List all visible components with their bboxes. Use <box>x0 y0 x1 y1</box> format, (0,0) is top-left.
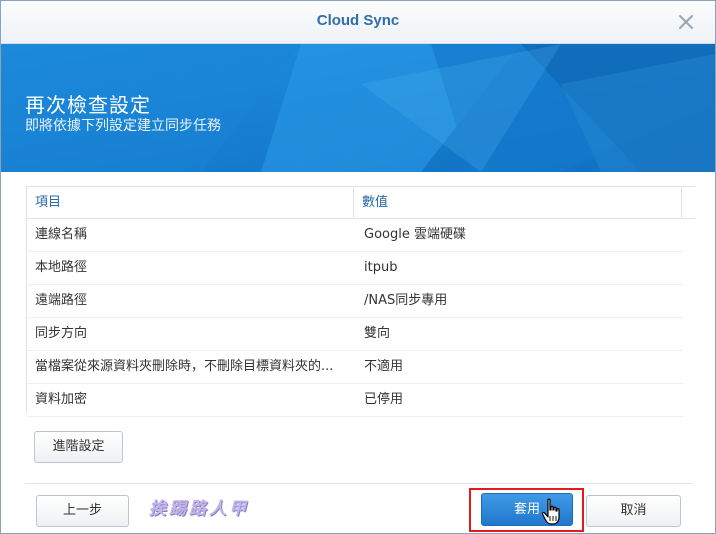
table-header: 項目 數值 <box>27 187 695 219</box>
table-body: 連線名稱 Google 雲端硬碟 本地路徑 itpub 遠端路徑 /NAS同步專… <box>27 219 683 417</box>
row-item-label: 資料加密 <box>35 392 88 407</box>
row-value: Google 雲端硬碟 <box>364 227 466 242</box>
close-icon[interactable] <box>674 10 698 34</box>
header-banner: 再次檢查設定 即將依據下列設定建立同步任務 <box>1 44 715 172</box>
table-row: 遠端路徑 /NAS同步專用 <box>27 285 683 318</box>
row-value: 雙向 <box>364 326 391 341</box>
column-header-value[interactable]: 數值 <box>354 187 682 218</box>
table-row: 當檔案從來源資料夾刪除時，不刪除目標資料夾的... 不適用 <box>27 351 683 384</box>
back-button[interactable]: 上一步 <box>36 495 129 527</box>
table-row: 連線名稱 Google 雲端硬碟 <box>27 219 683 252</box>
row-value: itpub <box>364 260 398 275</box>
row-item-label: 本地路徑 <box>35 260 88 275</box>
row-value: /NAS同步專用 <box>364 293 448 308</box>
cloud-sync-dialog: Cloud Sync 再次檢查設定 即將依據下列設定建立同步任務 項目 數值 連… <box>0 0 716 534</box>
row-item-label: 連線名稱 <box>35 227 88 242</box>
banner-title: 再次檢查設定 <box>25 93 151 117</box>
cancel-button[interactable]: 取消 <box>586 495 681 527</box>
row-item-label: 同步方向 <box>35 326 88 341</box>
row-value: 已停用 <box>364 392 404 407</box>
title-bar: Cloud Sync <box>1 1 715 44</box>
table-row: 同步方向 雙向 <box>27 318 683 351</box>
banner-subtitle: 即將依據下列設定建立同步任務 <box>25 118 221 134</box>
table-row: 本地路徑 itpub <box>27 252 683 285</box>
footer-divider <box>25 483 693 484</box>
hand-cursor-icon <box>541 498 560 525</box>
table-row: 資料加密 已停用 <box>27 384 683 417</box>
row-item-label: 當檔案從來源資料夾刪除時，不刪除目標資料夾的... <box>35 359 334 374</box>
row-value: 不適用 <box>364 359 404 374</box>
window-title: Cloud Sync <box>316 12 400 29</box>
row-item-label: 遠端路徑 <box>35 293 88 308</box>
column-header-item[interactable]: 項目 <box>27 187 354 218</box>
watermark-text: 挨踢路人甲 <box>149 499 249 519</box>
settings-table: 項目 數值 連線名稱 Google 雲端硬碟 本地路徑 itpub 遠端路徑 /… <box>26 186 695 417</box>
advanced-settings-button[interactable]: 進階設定 <box>34 431 123 463</box>
